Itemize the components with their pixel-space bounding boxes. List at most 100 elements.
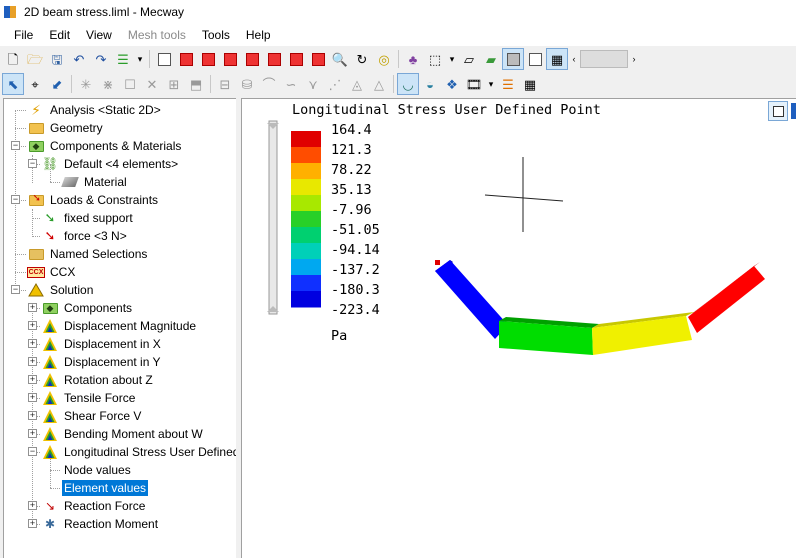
zoom-icon[interactable]: 🔍 [329, 48, 351, 70]
mirror-icon[interactable]: ⊞ [163, 73, 185, 95]
open-folder-icon[interactable]: 🗁 [24, 48, 46, 70]
table-icon[interactable]: ▦ [519, 73, 541, 95]
render-style-icon[interactable]: ♣ [402, 48, 424, 70]
tree-item-reaction-moment[interactable]: ✱ Reaction Moment [42, 515, 160, 533]
split-icon[interactable]: ⋰ [324, 73, 346, 95]
tree-item-geometry[interactable]: Geometry [28, 119, 105, 137]
menu-tools[interactable]: Tools [194, 25, 238, 45]
beam-element-4[interactable] [688, 262, 765, 333]
tree-item-rotation-z[interactable]: Rotation about Z [42, 371, 155, 389]
legend-icon[interactable]: ☰ [497, 73, 519, 95]
cube-bottom-icon[interactable] [241, 48, 263, 70]
tree-item-fixed-support[interactable]: ➘ fixed support [42, 209, 135, 227]
select-node-icon[interactable]: ⌖ [24, 73, 46, 95]
sweep-icon[interactable]: ⌒ [258, 73, 280, 95]
beam-element-2[interactable] [499, 317, 599, 355]
dropdown-arrow-icon[interactable]: ▾ [134, 48, 146, 70]
expand-toggle-icon[interactable]: + [28, 357, 37, 366]
tree-item-components-materials[interactable]: ◆ Components & Materials [28, 137, 183, 155]
animation-dropdown-icon[interactable]: ▾ [485, 73, 497, 95]
collapse-toggle-icon[interactable]: − [11, 285, 20, 294]
display-dropdown-icon[interactable]: ▾ [446, 48, 458, 70]
select-element-icon[interactable]: ⬋ [46, 73, 68, 95]
new-file-icon[interactable]: 🗋 [2, 48, 24, 70]
expand-toggle-icon[interactable]: + [28, 519, 37, 528]
extrude-icon[interactable]: ⬒ [185, 73, 207, 95]
expand-toggle-icon[interactable]: + [28, 339, 37, 348]
cube-iso-icon[interactable] [307, 48, 329, 70]
tree-item-displacement-magnitude[interactable]: Displacement Magnitude [42, 317, 198, 335]
beam-model[interactable] [242, 99, 796, 558]
display-options-icon[interactable]: ⬚ [424, 48, 446, 70]
tree-item-ccx[interactable]: CCX CCX [26, 263, 77, 281]
tetra-icon[interactable]: △ [368, 73, 390, 95]
rotate-icon[interactable]: ↻ [351, 48, 373, 70]
menu-view[interactable]: View [78, 25, 120, 45]
tree-item-node-values[interactable]: Node values [62, 461, 133, 479]
tree-item-tensile-force[interactable]: Tensile Force [42, 389, 137, 407]
explode-icon[interactable]: ✳ [75, 73, 97, 95]
tree-item-shear-force[interactable]: Shear Force V [42, 407, 143, 425]
select-arrow-icon[interactable]: ⬉ [2, 73, 24, 95]
box-icon[interactable]: ☐ [119, 73, 141, 95]
deform-view-icon[interactable]: ◡ [397, 73, 419, 95]
cube-back-icon[interactable] [197, 48, 219, 70]
cube-left-icon[interactable] [263, 48, 285, 70]
tetra-icon[interactable]: ◬ [346, 73, 368, 95]
collapse-toggle-icon[interactable]: − [28, 447, 37, 456]
menu-edit[interactable]: Edit [41, 25, 78, 45]
collapse-toggle-icon[interactable]: − [11, 141, 20, 150]
expand-toggle-icon[interactable]: + [28, 501, 37, 510]
contour-view-icon[interactable]: ◒ [419, 73, 441, 95]
cube-front-icon[interactable] [175, 48, 197, 70]
shaded-plane-icon[interactable]: ▰ [480, 48, 502, 70]
3d-viewport[interactable]: Longitudinal Stress User Defined Point 1… [241, 98, 796, 558]
merge-icon[interactable]: ∽ [280, 73, 302, 95]
redo-icon[interactable]: ↷ [90, 48, 112, 70]
expand-toggle-icon[interactable]: + [28, 393, 37, 402]
tree-item-force[interactable]: ➘ force <3 N> [42, 227, 129, 245]
expand-toggle-icon[interactable]: + [28, 411, 37, 420]
expand-toggle-icon[interactable]: + [28, 303, 37, 312]
tree-item-solution[interactable]: Solution [28, 281, 95, 299]
transparent-view-icon[interactable] [524, 48, 546, 70]
beam-element-3[interactable] [592, 312, 694, 355]
tree-item-sol-components[interactable]: ◆ Components [42, 299, 134, 317]
revolve-icon[interactable]: ⛁ [236, 73, 258, 95]
menu-file[interactable]: File [6, 25, 41, 45]
expand-toggle-icon[interactable]: + [28, 321, 37, 330]
tree-item-named-selections[interactable]: Named Selections [28, 245, 149, 263]
mesh-view-icon[interactable]: ▦ [546, 48, 568, 70]
collapse-toggle-icon[interactable]: − [28, 159, 37, 168]
menu-help[interactable]: Help [238, 25, 279, 45]
plane-icon[interactable]: ▱ [458, 48, 480, 70]
vector-view-icon[interactable]: ❖ [441, 73, 463, 95]
layers-icon[interactable]: ☰ [112, 48, 134, 70]
tree-item-default-component[interactable]: ⛓ Default <4 elements> [42, 155, 180, 173]
tree-item-bending-moment[interactable]: Bending Moment about W [42, 425, 205, 443]
cube-right-icon[interactable] [285, 48, 307, 70]
tree-item-loads-constraints[interactable]: ➘ Loads & Constraints [28, 191, 160, 209]
save-icon[interactable]: 🖫 [46, 48, 68, 70]
tree-item-analysis[interactable]: ⚡ Analysis <Static 2D> [28, 101, 163, 119]
animation-icon[interactable]: 🎞 [463, 73, 485, 95]
tree-item-displacement-y[interactable]: Displacement in Y [42, 353, 163, 371]
solid-view-icon[interactable] [502, 48, 524, 70]
collapse-toggle-icon[interactable]: − [11, 195, 20, 204]
scroll-left-icon[interactable]: ‹ [568, 48, 580, 70]
undo-icon[interactable]: ↶ [68, 48, 90, 70]
tree-item-displacement-x[interactable]: Displacement in X [42, 335, 163, 353]
cube-top-icon[interactable] [219, 48, 241, 70]
tree-item-material[interactable]: Material [61, 173, 129, 191]
tree-item-reaction-force[interactable]: ↘ Reaction Force [42, 497, 147, 515]
fit-view-icon[interactable]: ◎ [373, 48, 395, 70]
beam-element-1[interactable] [435, 260, 508, 339]
view-cube-button[interactable] [768, 101, 788, 121]
triangle-icon[interactable]: ⋎ [302, 73, 324, 95]
cube-wireframe-icon[interactable] [153, 48, 175, 70]
collapse-icon[interactable]: ⋇ [97, 73, 119, 95]
delete-icon[interactable]: ✕ [141, 73, 163, 95]
tree-item-long-stress[interactable]: Longitudinal Stress User Defined [42, 443, 236, 461]
tree-item-element-values[interactable]: Element values [62, 479, 149, 497]
expand-toggle-icon[interactable]: + [28, 429, 37, 438]
